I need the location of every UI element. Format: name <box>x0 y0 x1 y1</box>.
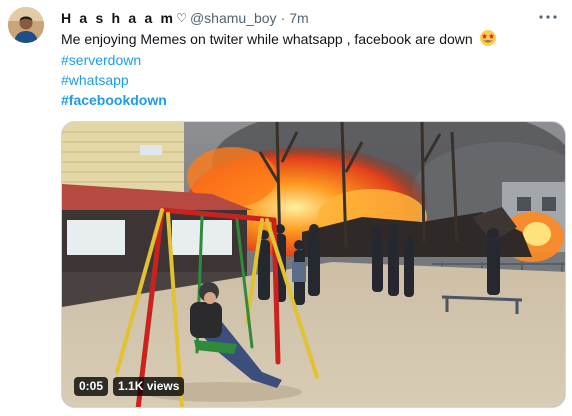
video-player[interactable]: 0:05 1.1K views <box>61 121 566 408</box>
video-thumbnail <box>62 122 565 407</box>
heart-icon: ♡ <box>176 11 187 25</box>
tweet-header: H a s h a a m ♡ @shamu_boy · 7m <box>61 9 309 27</box>
tweet-text: Me enjoying Memes on twiter while whatsa… <box>61 29 497 51</box>
more-icon[interactable] <box>538 7 558 27</box>
hashtag-facebookdown[interactable]: #facebookdown <box>61 91 167 109</box>
avatar[interactable] <box>8 7 44 43</box>
video-duration: 0:05 <box>74 377 109 396</box>
tweet-body: Me enjoying Memes on twiter while whatsa… <box>61 31 473 47</box>
hashtag-whatsapp[interactable]: #whatsapp <box>61 71 129 89</box>
separator: · <box>280 10 286 26</box>
view-count: 1.1K views <box>113 377 185 396</box>
star-struck-icon <box>479 29 497 51</box>
hashtag-serverdown[interactable]: #serverdown <box>61 51 141 69</box>
display-name[interactable]: H a s h a a m <box>61 10 175 26</box>
timestamp[interactable]: 7m <box>289 10 308 26</box>
user-handle[interactable]: @shamu_boy <box>190 10 277 26</box>
video-badges: 0:05 1.1K views <box>74 377 185 396</box>
tweet: H a s h a a m ♡ @shamu_boy · 7m Me enjoy… <box>0 0 572 416</box>
